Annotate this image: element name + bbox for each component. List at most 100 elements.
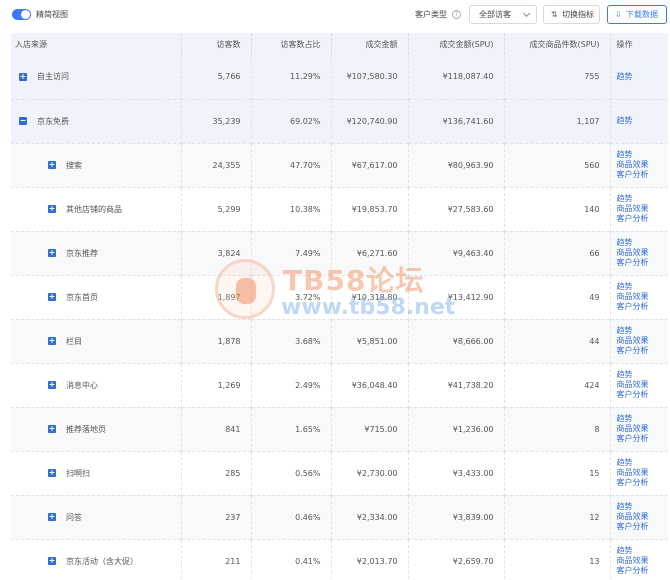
col-header-items-spu[interactable]: 成交商品件数(SPU) [503, 33, 610, 55]
op-link-0[interactable]: 趋势 [617, 72, 669, 82]
table-row: + 自主访问 5,766 11.29% ¥107,580.30 ¥118,087.40 75… [11, 55, 668, 99]
op-link-0[interactable]: 趋势 [617, 414, 669, 424]
download-data-button[interactable]: ⇩ 下载数据 [607, 5, 667, 24]
cell-items-spu: 49 [503, 275, 610, 319]
op-link-0[interactable]: 趋势 [617, 546, 669, 556]
cell-visitors: 211 [180, 539, 251, 580]
expand-icon[interactable]: + [48, 337, 56, 345]
op-link-2[interactable]: 客户分析 [617, 258, 669, 268]
toggle-knob [21, 10, 30, 19]
switch-icon: ⇅ [551, 10, 558, 19]
switch-metrics-button[interactable]: ⇅ 切换指标 [543, 5, 600, 24]
op-link-1[interactable]: 商品效果 [617, 556, 669, 566]
op-link-1[interactable]: 商品效果 [617, 424, 669, 434]
op-link-0[interactable]: 趋势 [617, 370, 669, 380]
cell-amount-spu: ¥9,463.40 [407, 231, 504, 275]
op-link-1[interactable]: 商品效果 [617, 292, 669, 302]
expand-icon[interactable]: + [48, 249, 56, 257]
toggle-label: 精简视图 [36, 10, 68, 19]
col-header-visitors[interactable]: 访客数 [180, 33, 251, 55]
op-link-2[interactable]: 客户分析 [617, 566, 669, 576]
cell-visitors: 24,355 [180, 143, 251, 187]
table-row: + 搜索 24,355 47.70% ¥67,617.00 ¥80,963.90 560 趋势… [11, 143, 668, 187]
op-link-0[interactable]: 趋势 [617, 116, 669, 126]
cell-source: + 京东首页 [11, 275, 181, 319]
op-link-2[interactable]: 客户分析 [617, 478, 669, 488]
expand-icon[interactable]: + [48, 293, 56, 301]
cell-items-spu: 12 [503, 495, 610, 539]
cell-source: + 京东活动（含大促） [11, 539, 181, 580]
cell-amount-spu: ¥41,738.20 [407, 363, 504, 407]
cell-items-spu: 8 [503, 407, 610, 451]
cell-ratio: 47.70% [250, 143, 331, 187]
expand-icon[interactable]: + [48, 469, 56, 477]
cell-source: + 自主访问 [11, 55, 181, 99]
cell-items-spu: 755 [503, 55, 610, 99]
cell-visitors: 3,824 [180, 231, 251, 275]
col-header-amount-spu[interactable]: 成交金额(SPU) [407, 33, 504, 55]
cell-ops: 趋势 商品效果 客户分析 [609, 539, 669, 580]
cell-amount-spu: ¥118,087.40 [407, 55, 504, 99]
cell-amount: ¥6,271.60 [330, 231, 408, 275]
op-link-0[interactable]: 趋势 [617, 238, 669, 248]
cell-items-spu: 140 [503, 187, 610, 231]
op-link-1[interactable]: 商品效果 [617, 512, 669, 522]
op-link-2[interactable]: 客户分析 [617, 214, 669, 224]
expand-icon[interactable]: + [48, 381, 56, 389]
op-link-2[interactable]: 客户分析 [617, 390, 669, 400]
cell-amount-spu: ¥27,583.60 [407, 187, 504, 231]
op-link-1[interactable]: 商品效果 [617, 160, 669, 170]
cell-ratio: 0.46% [250, 495, 331, 539]
op-link-2[interactable]: 客户分析 [617, 346, 669, 356]
source-name: 搜索 [66, 160, 82, 170]
expand-icon[interactable]: + [48, 161, 56, 169]
collapse-icon[interactable]: − [19, 117, 27, 125]
col-header-amount[interactable]: 成交金额 [330, 33, 408, 55]
cell-source: − 京东免费 [11, 99, 181, 143]
cell-ops: 趋势 商品效果 客户分析 [609, 187, 669, 231]
cell-amount-spu: ¥2,659.70 [407, 539, 504, 580]
source-name: 其他店铺的商品 [66, 204, 122, 214]
op-link-0[interactable]: 趋势 [617, 458, 669, 468]
op-link-2[interactable]: 客户分析 [617, 302, 669, 312]
download-icon: ⇩ [615, 10, 622, 19]
op-link-0[interactable]: 趋势 [617, 502, 669, 512]
op-link-0[interactable]: 趋势 [617, 326, 669, 336]
op-link-2[interactable]: 客户分析 [617, 170, 669, 180]
cell-source: + 扫啊扫 [11, 451, 181, 495]
switch-metrics-label: 切换指标 [562, 10, 594, 19]
table-row: − 京东免费 35,239 69.02% ¥120,740.90 ¥136,741.60 1… [11, 99, 668, 143]
simplified-view-toggle[interactable] [12, 9, 31, 20]
op-link-1[interactable]: 商品效果 [617, 468, 669, 478]
op-link-1[interactable]: 商品效果 [617, 248, 669, 258]
col-header-ratio[interactable]: 访客数占比 [250, 33, 331, 55]
expand-icon[interactable]: + [48, 205, 56, 213]
op-link-2[interactable]: 客户分析 [617, 522, 669, 532]
cell-amount-spu: ¥1,236.00 [407, 407, 504, 451]
op-link-0[interactable]: 趋势 [617, 282, 669, 292]
source-name: 扫啊扫 [66, 468, 90, 478]
op-link-1[interactable]: 商品效果 [617, 204, 669, 214]
cell-ops: 趋势 [609, 55, 669, 99]
table-row: + 问答 237 0.46% ¥2,334.00 ¥3,839.00 12 趋势 商品效果 客户分… [11, 495, 668, 539]
help-icon[interactable]: ? [452, 10, 461, 19]
customer-type-select[interactable]: 全部访客 [469, 5, 537, 24]
expand-icon[interactable]: + [48, 513, 56, 521]
expand-icon[interactable]: + [48, 557, 56, 565]
cell-ratio: 0.41% [250, 539, 331, 580]
expand-icon[interactable]: + [19, 72, 27, 81]
cell-amount-spu: ¥3,839.00 [407, 495, 504, 539]
cell-ratio: 0.56% [250, 451, 331, 495]
expand-icon[interactable]: + [48, 425, 56, 433]
source-name: 消息中心 [66, 380, 98, 390]
table-row: + 扫啊扫 285 0.56% ¥2,730.00 ¥3,433.00 15 趋势 商品效果 客户… [11, 451, 668, 495]
op-link-2[interactable]: 客户分析 [617, 434, 669, 444]
table-body: + 自主访问 5,766 11.29% ¥107,580.30 ¥118,087.40 75… [11, 55, 668, 580]
op-link-1[interactable]: 商品效果 [617, 336, 669, 346]
toolbar: 精简视图 客户类型 ? 全部访客 ⇅ 切换指标 ⇩ 下载数据 [0, 0, 670, 30]
table-row: + 京东首页 1,897 3.72% ¥10,318.80 ¥13,412.90 49 趋势商… [11, 275, 668, 319]
op-link-0[interactable]: 趋势 [617, 150, 669, 160]
op-link-1[interactable]: 商品效果 [617, 380, 669, 390]
op-link-0[interactable]: 趋势 [617, 194, 669, 204]
cell-ops: 趋势 商品效果 客户分析 [609, 363, 669, 407]
